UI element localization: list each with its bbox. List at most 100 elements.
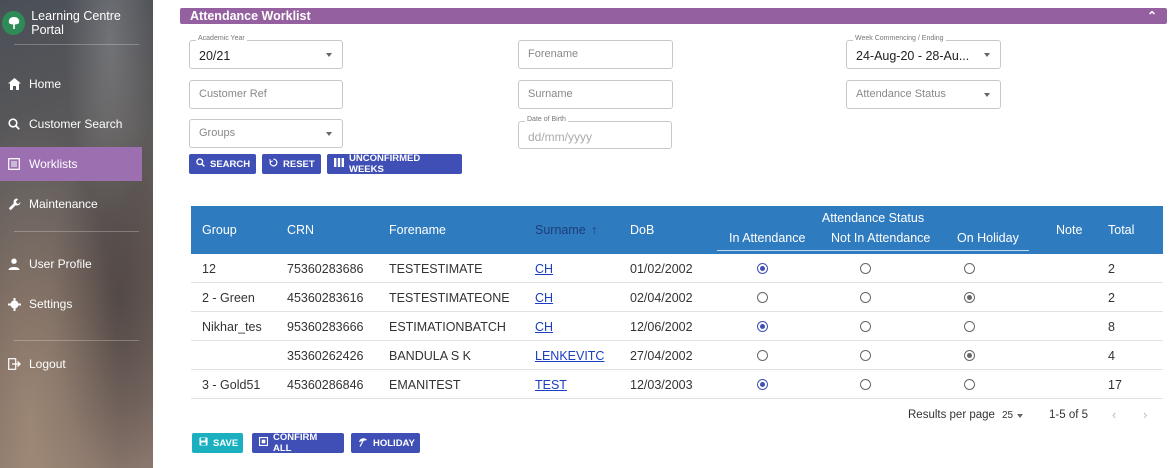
sidebar-item-user-profile[interactable]: User Profile <box>0 247 153 281</box>
radio-in-attendance[interactable] <box>757 321 768 332</box>
chevron-up-icon[interactable]: ⌃ <box>1147 8 1157 24</box>
cell-surname-link[interactable]: LENKEVITC <box>535 349 604 363</box>
radio-not-in-attendance[interactable] <box>860 321 871 332</box>
radio-on-holiday[interactable] <box>964 350 975 361</box>
academic-year-select[interactable]: Academic Year 20/21 <box>189 35 343 69</box>
cell-crn: 45360286846 <box>287 378 364 392</box>
radio-in-attendance[interactable] <box>757 292 768 303</box>
week-label: Week Commencing / Ending <box>853 35 946 42</box>
panel-header: Attendance Worklist ⌃ <box>180 8 1167 24</box>
header-dob[interactable]: DoB <box>630 223 654 237</box>
cell-total: 2 <box>1108 262 1115 276</box>
gear-icon <box>0 297 28 311</box>
search-icon <box>0 118 28 130</box>
confirm-all-button[interactable]: CONFIRM ALL <box>252 432 344 454</box>
radio-on-holiday[interactable] <box>964 321 975 332</box>
attendance-status-select[interactable]: Attendance Status <box>846 80 1001 109</box>
dob-input[interactable]: Date of Birth dd/mm/yyyy <box>518 116 672 149</box>
header-crn[interactable]: CRN <box>287 223 314 237</box>
surname-input[interactable]: Surname <box>518 80 673 109</box>
radio-on-holiday[interactable] <box>964 263 975 274</box>
header-group[interactable]: Group <box>202 223 237 237</box>
forename-input[interactable]: Forename <box>518 40 673 69</box>
sidebar-item-label: Customer Search <box>29 117 123 131</box>
radio-in-attendance[interactable] <box>757 263 768 274</box>
chevron-right-icon[interactable]: › <box>1143 407 1147 422</box>
cell-dob: 02/04/2002 <box>630 291 693 305</box>
umbrella-icon <box>358 437 368 450</box>
unconfirmed-weeks-button[interactable]: UNCONFIRMED WEEKS <box>327 153 462 175</box>
radio-not-in-attendance[interactable] <box>860 263 871 274</box>
search-label: SEARCH <box>210 158 251 170</box>
search-button[interactable]: SEARCH <box>189 154 256 174</box>
radio-in-attendance[interactable] <box>757 350 768 361</box>
cell-total: 8 <box>1108 320 1115 334</box>
radio-on-holiday[interactable] <box>964 292 975 303</box>
groups-select[interactable]: Groups <box>189 119 343 148</box>
dob-placeholder: dd/mm/yyyy <box>528 130 593 144</box>
radio-in-attendance[interactable] <box>757 379 768 390</box>
academic-year-value: 20/21 <box>199 49 231 63</box>
cell-surname-link[interactable]: CH <box>535 320 553 334</box>
radio-on-holiday[interactable] <box>964 379 975 390</box>
save-button[interactable]: SAVE <box>192 433 243 453</box>
reset-icon <box>269 158 278 170</box>
panel-title: Attendance Worklist <box>190 9 311 23</box>
app-title: Learning Centre Portal <box>31 9 121 37</box>
table-row: 2 - Green 45360283616 TESTESTIMATEONE CH… <box>191 283 1163 312</box>
header-not-in-attendance: Not In Attendance <box>831 231 931 245</box>
header-attendance-status: Attendance Status <box>821 211 925 225</box>
cell-surname-link[interactable]: TEST <box>535 378 567 392</box>
header-forename[interactable]: Forename <box>389 223 446 237</box>
rows-per-page-select[interactable]: 25 <box>1002 410 1013 421</box>
cell-crn: 95360283666 <box>287 320 364 334</box>
radio-not-in-attendance[interactable] <box>860 292 871 303</box>
cell-forename: TESTESTIMATE <box>389 262 483 276</box>
dropdown-caret-icon <box>326 131 332 136</box>
chevron-left-icon[interactable]: ‹ <box>1112 407 1116 422</box>
dropdown-caret-icon <box>326 52 332 57</box>
sidebar-item-customer-search[interactable]: Customer Search <box>0 107 153 141</box>
dob-label: Date of Birth <box>525 116 568 123</box>
reset-label: RESET <box>283 158 315 170</box>
nav-divider <box>14 44 139 45</box>
cell-surname-link[interactable]: CH <box>535 262 553 276</box>
confirm-all-label: CONFIRM ALL <box>273 432 318 454</box>
save-icon <box>199 437 208 449</box>
sort-arrow-icon[interactable]: ↑ <box>591 223 597 237</box>
header-on-holiday: On Holiday <box>957 231 1019 245</box>
cell-crn: 45360283616 <box>287 291 364 305</box>
rows-per-page-label: Results per page <box>908 409 995 421</box>
cell-group: 12 <box>202 262 216 276</box>
sidebar-item-logout[interactable]: Logout <box>0 347 153 381</box>
table-row: 12 75360283686 TESTESTIMATE CH 01/02/200… <box>191 254 1163 283</box>
cell-forename: TESTESTIMATEONE <box>389 291 510 305</box>
tree-logo-icon <box>2 11 26 35</box>
header-surname[interactable]: Surname <box>535 223 586 237</box>
unconfirmed-weeks-label: UNCONFIRMED WEEKS <box>349 153 421 175</box>
dropdown-caret-icon[interactable] <box>1017 414 1023 418</box>
cell-group: Nikhar_tes <box>202 320 262 334</box>
forename-placeholder: Forename <box>528 48 579 60</box>
nav-divider <box>14 231 139 232</box>
sidebar-item-label: Home <box>29 77 62 91</box>
reset-button[interactable]: RESET <box>262 154 321 174</box>
table-row: Nikhar_tes 95360283666 ESTIMATIONBATCH C… <box>191 312 1163 341</box>
nav-divider <box>14 340 139 341</box>
logout-icon <box>0 358 28 370</box>
sidebar-item-worklists[interactable]: Worklists <box>0 147 142 181</box>
week-select[interactable]: Week Commencing / Ending 24-Aug-20 - 28-… <box>846 35 1001 69</box>
holiday-button[interactable]: HOLIDAY <box>351 433 420 453</box>
customer-ref-input[interactable]: Customer Ref <box>189 80 343 109</box>
sidebar-item-settings[interactable]: Settings <box>0 287 153 321</box>
radio-not-in-attendance[interactable] <box>860 350 871 361</box>
sidebar-item-maintenance[interactable]: Maintenance <box>0 187 153 221</box>
sidebar-item-home[interactable]: Home <box>0 67 153 101</box>
sidebar-item-label: Maintenance <box>29 197 98 211</box>
header-note: Note <box>1056 223 1083 237</box>
cell-surname-link[interactable]: CH <box>535 291 553 305</box>
week-value: 24-Aug-20 - 28-Au... <box>856 49 970 63</box>
radio-not-in-attendance[interactable] <box>860 379 871 390</box>
list-icon <box>0 158 28 170</box>
sidebar-item-label: Logout <box>29 357 66 371</box>
